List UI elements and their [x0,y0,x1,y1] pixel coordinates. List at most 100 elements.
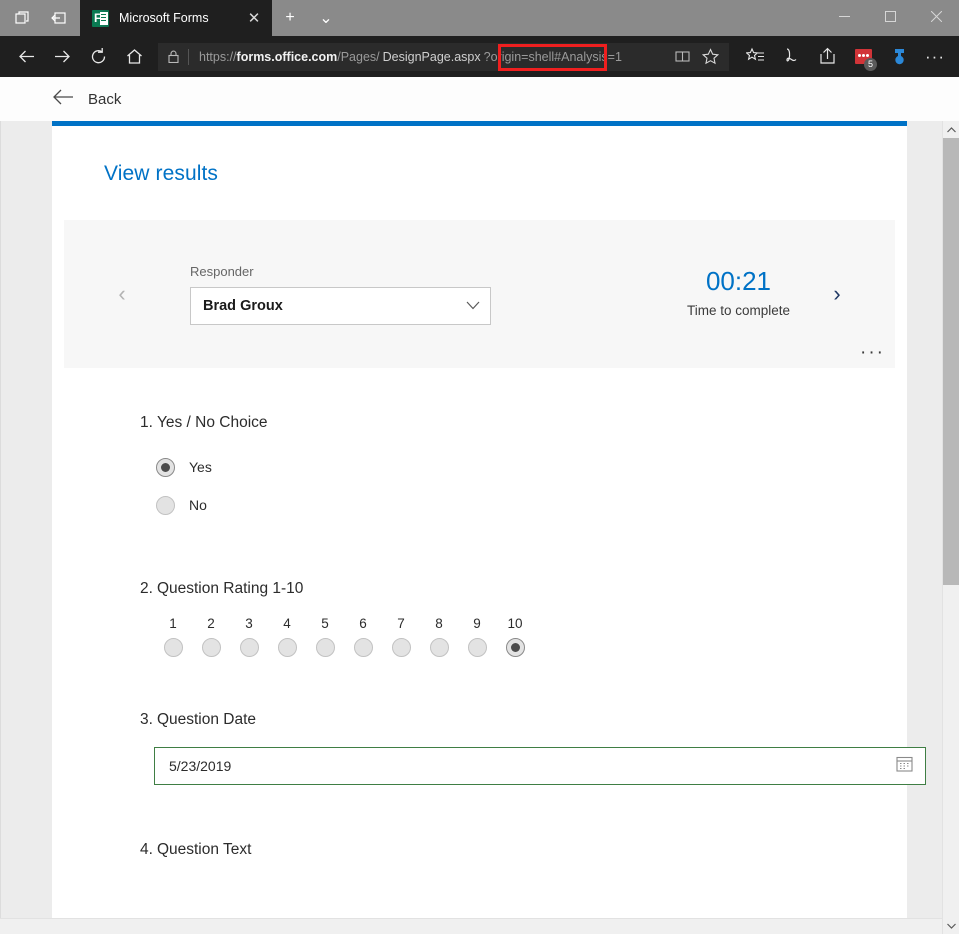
refresh-icon[interactable] [80,39,116,75]
vertical-scrollbar-thumb[interactable] [943,138,959,585]
rating-option-1[interactable]: 1 [154,616,192,657]
radio-icon[interactable] [315,638,335,657]
responder-selected-value: Brad Groux [203,297,283,314]
responder-dropdown[interactable]: Brad Groux [190,286,491,325]
radio-icon[interactable] [156,457,175,477]
time-to-complete-label: Time to complete [686,303,791,318]
question-1: 1. Yes / No Choice Yes No [92,414,907,524]
question-text: Question Rating 1-10 [156,580,304,597]
rating-option-8[interactable]: 8 [420,616,458,657]
url-scheme: https:// [199,49,237,64]
chevron-down-icon [466,299,480,313]
questions-list: 1. Yes / No Choice Yes No 2. Question Ra… [52,414,926,859]
address-bar[interactable]: https://forms.office.com/Pages/DesignPag… [158,42,729,71]
left-gutter-divider [0,121,1,934]
rating-option-6[interactable]: 6 [344,616,382,657]
back-link-label[interactable]: Back [88,91,121,108]
rating-number: 2 [207,616,215,631]
web-notes-pen-icon[interactable] [775,41,807,73]
rating-option-2[interactable]: 2 [192,616,230,657]
question-title: 1. Yes / No Choice [92,414,907,432]
radio-icon[interactable] [505,638,525,657]
maximize-button[interactable] [867,0,913,32]
radio-icon[interactable] [156,495,175,515]
browser-window: F Microsoft Forms ✕ + ⌄ https://forms.of… [0,0,959,934]
question-3: 3. Question Date 5/23/2019 [92,711,926,785]
radio-icon[interactable] [163,638,183,657]
question-title: 3. Question Date [92,711,907,729]
content-scroll-region: View results ‹ Responder Brad Groux 00:2… [0,121,959,934]
extension-blue-icon[interactable] [883,41,915,73]
responder-label: Responder [190,263,254,279]
radio-icon[interactable] [429,638,449,657]
extension-red-icon[interactable]: 5 [847,41,879,73]
close-icon[interactable]: ✕ [244,9,264,27]
back-navigation-icon[interactable] [8,39,44,75]
url-host: forms.office.com [236,49,338,64]
radio-icon[interactable] [467,638,487,657]
choice-options: Yes No [92,448,907,524]
radio-icon[interactable] [353,638,373,657]
reading-view-icon[interactable] [669,44,695,70]
choice-label: No [189,497,207,513]
microsoft-forms-favicon: F [92,9,109,27]
favorite-star-icon[interactable] [697,44,723,70]
minimize-button[interactable] [821,0,867,32]
chevron-down-icon[interactable]: ⌄ [308,0,344,36]
date-value: 5/23/2019 [169,758,232,774]
rating-option-4[interactable]: 4 [268,616,306,657]
new-tab-button[interactable]: + [272,0,308,36]
rating-number: 6 [359,616,367,631]
browser-tab-microsoft-forms[interactable]: F Microsoft Forms ✕ [80,0,272,36]
tab-preview-icon[interactable] [6,1,40,35]
forward-navigation-icon[interactable] [44,39,80,75]
question-text: Question Text [156,841,252,858]
question-number: 2. [140,580,153,597]
favicon-document-shape [100,11,108,25]
rating-number: 9 [473,616,481,631]
question-number: 4. [140,841,153,858]
vertical-scrollbar[interactable] [942,121,959,934]
date-input[interactable]: 5/23/2019 [154,747,926,785]
horizontal-scrollbar[interactable] [0,918,942,934]
titlebar-left-buttons [0,0,76,36]
scroll-down-arrow-icon[interactable] [943,917,959,934]
previous-responder-button[interactable]: ‹ [102,283,142,305]
responder-selector-block: Responder Brad Groux [190,264,491,325]
choice-label: Yes [189,459,212,475]
radio-icon[interactable] [277,638,297,657]
browser-navigation-bar: https://forms.office.com/Pages/DesignPag… [0,36,959,77]
url-highlighted-segment: DesignPage.aspx [382,49,481,64]
back-arrow-icon[interactable] [52,89,74,110]
share-icon[interactable] [811,41,843,73]
home-icon[interactable] [116,39,152,75]
choice-option-yes[interactable]: Yes [156,448,907,486]
date-answer-wrap: 5/23/2019 [92,747,926,785]
url-path-before: /Pages/ [337,49,380,64]
rating-option-3[interactable]: 3 [230,616,268,657]
rating-number: 8 [435,616,443,631]
url-path-after: ?origin=shell#Analysis=1 [483,49,622,64]
responder-more-options-icon[interactable]: ··· [860,342,885,364]
rating-option-7[interactable]: 7 [382,616,420,657]
choice-option-no[interactable]: No [156,486,907,524]
rating-option-9[interactable]: 9 [458,616,496,657]
rating-option-10[interactable]: 10 [496,616,534,657]
scroll-up-arrow-icon[interactable] [943,121,959,138]
favorites-hub-icon[interactable] [739,41,771,73]
browser-titlebar: F Microsoft Forms ✕ + ⌄ [0,0,959,36]
question-title: 4. Question Text [92,841,907,859]
calendar-icon[interactable] [896,755,913,777]
rating-scale: 1 2 3 4 5 6 7 8 9 10 [92,616,907,657]
settings-more-icon[interactable]: ··· [919,41,951,73]
radio-icon[interactable] [239,638,259,657]
set-tabs-aside-icon[interactable] [42,1,76,35]
rating-option-5[interactable]: 5 [306,616,344,657]
radio-icon[interactable] [201,638,221,657]
browser-toolbar-icons: 5 ··· [735,41,951,73]
page-title: View results [104,162,219,185]
next-responder-button[interactable]: › [817,283,857,305]
radio-icon[interactable] [391,638,411,657]
close-button[interactable] [913,0,959,32]
rating-number: 4 [283,616,291,631]
